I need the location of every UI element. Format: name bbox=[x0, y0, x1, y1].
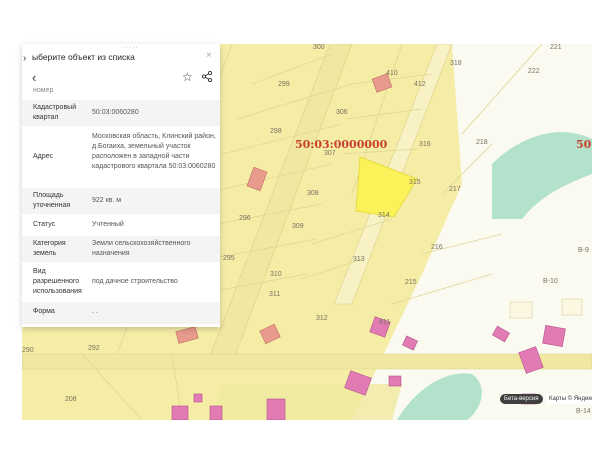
row-land-category: Категория земель Земли сельскохозяйствен… bbox=[22, 236, 220, 262]
plot-number: В-10 bbox=[543, 278, 558, 285]
plot-number: 410 bbox=[386, 70, 398, 77]
row-label: Вид разрешенного использования bbox=[33, 268, 82, 295]
plot-number: 318 bbox=[450, 60, 462, 67]
plot-number: 222 bbox=[528, 68, 540, 75]
plot-number: 295 bbox=[223, 255, 235, 262]
plot-number: 216 bbox=[431, 244, 443, 251]
row-label: Категория земель bbox=[33, 240, 66, 257]
plot-number: 411 bbox=[379, 319, 391, 326]
row-value: Московская область, Клинский район, д.Бо… bbox=[92, 133, 216, 170]
beta-badge[interactable]: Бета-версия bbox=[500, 394, 543, 404]
favorite-star-icon[interactable]: ☆ bbox=[182, 70, 193, 84]
row-label: Кадастровый квартал bbox=[33, 104, 77, 121]
plot-number: 311 bbox=[269, 291, 281, 298]
row-value: 922 кв. м bbox=[92, 197, 122, 204]
drag-handle-icon[interactable]: ····· bbox=[122, 44, 139, 51]
row-value: Учтенный bbox=[92, 221, 124, 228]
row-value: под дачное строительство bbox=[92, 278, 178, 285]
panel-header: › ыберите объект из списка ····· × bbox=[22, 44, 220, 68]
row-value: Земли сельскохозяйственного назначения bbox=[92, 240, 191, 257]
plot-number: 217 bbox=[449, 186, 461, 193]
row-area: Площадь уточненная 922 кв. м bbox=[22, 188, 220, 214]
plot-number: 315 bbox=[409, 179, 421, 186]
plot-number: 312 bbox=[316, 315, 328, 322]
plot-number: 221 bbox=[550, 44, 562, 51]
partial-row: номер bbox=[22, 86, 220, 96]
cadastral-quarter-label-partial: 50: bbox=[576, 138, 592, 151]
plot-number: 314 bbox=[378, 212, 390, 219]
plot-number: 310 bbox=[270, 271, 282, 278]
row-form: Форма . . bbox=[22, 302, 220, 324]
plot-number: 307 bbox=[324, 150, 336, 157]
plot-number: В-9 bbox=[578, 247, 589, 254]
plot-number: 300 bbox=[313, 44, 325, 51]
row-label: Статус bbox=[33, 221, 56, 228]
plot-number: 208 bbox=[65, 396, 77, 403]
plot-number: 309 bbox=[292, 223, 304, 230]
row-label: Площадь уточненная bbox=[33, 192, 71, 209]
plot-number: 292 bbox=[88, 345, 100, 352]
plot-number: 290 bbox=[22, 347, 34, 354]
plot-number: 215 bbox=[405, 279, 417, 286]
cadastral-quarter-label: 50:03:0000000 bbox=[295, 138, 388, 151]
collapse-panel-button[interactable]: › bbox=[23, 54, 26, 64]
plot-number: 412 bbox=[414, 81, 426, 88]
row-cadastral-quarter: Кадастровый квартал 50:03:0060280 bbox=[22, 100, 220, 126]
object-info-panel: › ыберите объект из списка ····· × ‹ ☆ н… bbox=[22, 44, 220, 327]
row-value[interactable]: 50:03:0060280 bbox=[92, 108, 216, 118]
row-status: Статус Учтенный bbox=[22, 216, 220, 234]
map-credits[interactable]: Карты © Яндекс bbox=[546, 394, 592, 404]
plot-number: 299 bbox=[278, 81, 290, 88]
plot-number: 298 bbox=[270, 128, 282, 135]
plot-number: 218 bbox=[476, 139, 488, 146]
plot-number: 296 bbox=[239, 215, 251, 222]
row-label: Форма bbox=[33, 308, 55, 315]
panel-title: ыберите объект из списка bbox=[32, 52, 135, 62]
plot-number: В-14 bbox=[576, 408, 591, 415]
close-icon[interactable]: × bbox=[206, 50, 212, 61]
row-permitted-use: Вид разрешенного использования под дачно… bbox=[22, 264, 220, 300]
row-value: . . bbox=[92, 308, 98, 315]
plot-number: 313 bbox=[353, 256, 365, 263]
plot-number: 308 bbox=[307, 190, 319, 197]
row-label: номер bbox=[33, 87, 54, 94]
plot-number: 306 bbox=[336, 109, 348, 116]
plot-number: 316 bbox=[419, 141, 431, 148]
row-label: Адрес bbox=[33, 153, 54, 160]
back-button[interactable]: ‹ bbox=[32, 71, 36, 85]
row-address: Адрес Московская область, Клинский район… bbox=[22, 128, 220, 186]
share-icon[interactable] bbox=[202, 71, 212, 82]
